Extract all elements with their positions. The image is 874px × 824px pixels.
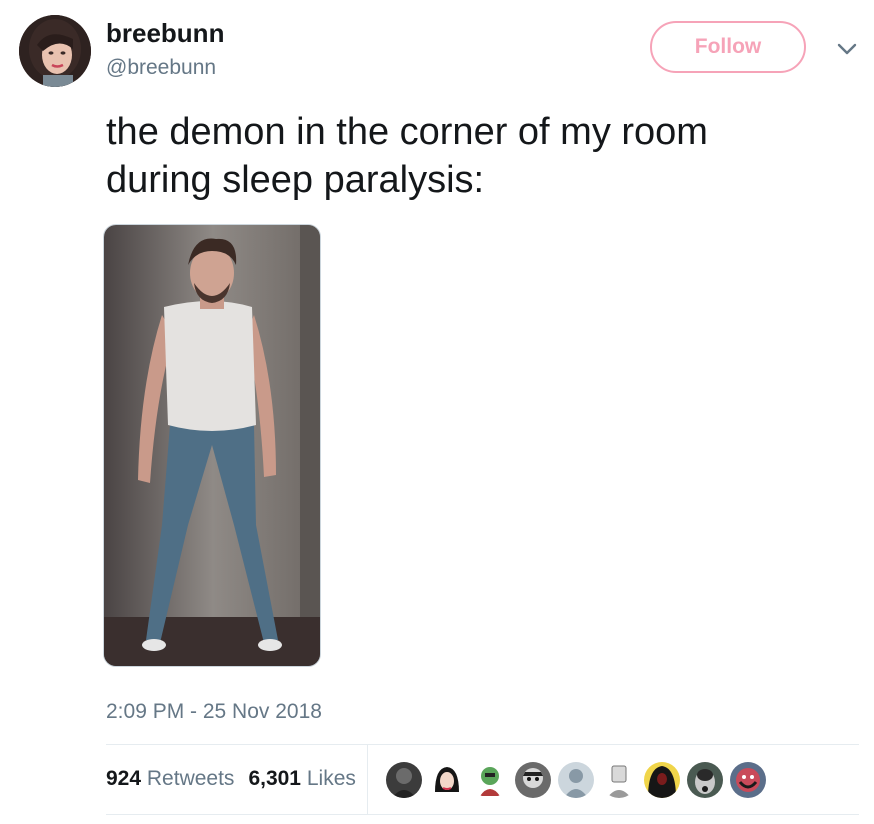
liker-avatar-3-icon[interactable] xyxy=(472,762,508,798)
default-avatar-icon[interactable] xyxy=(558,762,594,798)
author-avatar[interactable] xyxy=(19,15,91,87)
liker-avatar-9-icon[interactable] xyxy=(730,762,766,798)
tweet-media-photo[interactable] xyxy=(103,224,321,667)
retweets-stat[interactable]: 924 Retweets xyxy=(106,767,234,790)
liker-avatar-1-icon[interactable] xyxy=(386,762,422,798)
retweet-count: 924 xyxy=(106,767,142,790)
liker-avatar-2-icon[interactable] xyxy=(429,762,465,798)
stats-divider xyxy=(367,745,368,814)
liker-avatar-6-icon[interactable] xyxy=(601,762,637,798)
chevron-down-icon[interactable] xyxy=(836,42,858,56)
tweet-stats: 924 Retweets 6,301 Likes xyxy=(106,767,356,791)
like-count: 6,301 xyxy=(248,767,301,790)
liker-avatar-4-icon[interactable] xyxy=(515,762,551,798)
like-label: Likes xyxy=(306,767,356,790)
likes-stat[interactable]: 6,301 Likes xyxy=(248,767,355,790)
author-display-name[interactable]: breebunn xyxy=(106,18,224,49)
tweet-timestamp[interactable]: 2:09 PM - 25 Nov 2018 xyxy=(106,700,322,724)
divider xyxy=(106,744,859,745)
tweet-text-line: the demon in the corner of my room xyxy=(106,111,708,153)
author-handle[interactable]: @breebunn xyxy=(106,56,216,80)
tweet-text-line: during sleep paralysis: xyxy=(106,159,485,201)
tweet-text: the demon in the corner of my room durin… xyxy=(106,108,846,204)
retweet-label: Retweets xyxy=(146,767,235,790)
divider xyxy=(106,814,859,815)
liker-avatar-8-icon[interactable] xyxy=(687,762,723,798)
follow-button[interactable]: Follow xyxy=(650,21,806,73)
liker-avatar-7-icon[interactable] xyxy=(644,762,680,798)
